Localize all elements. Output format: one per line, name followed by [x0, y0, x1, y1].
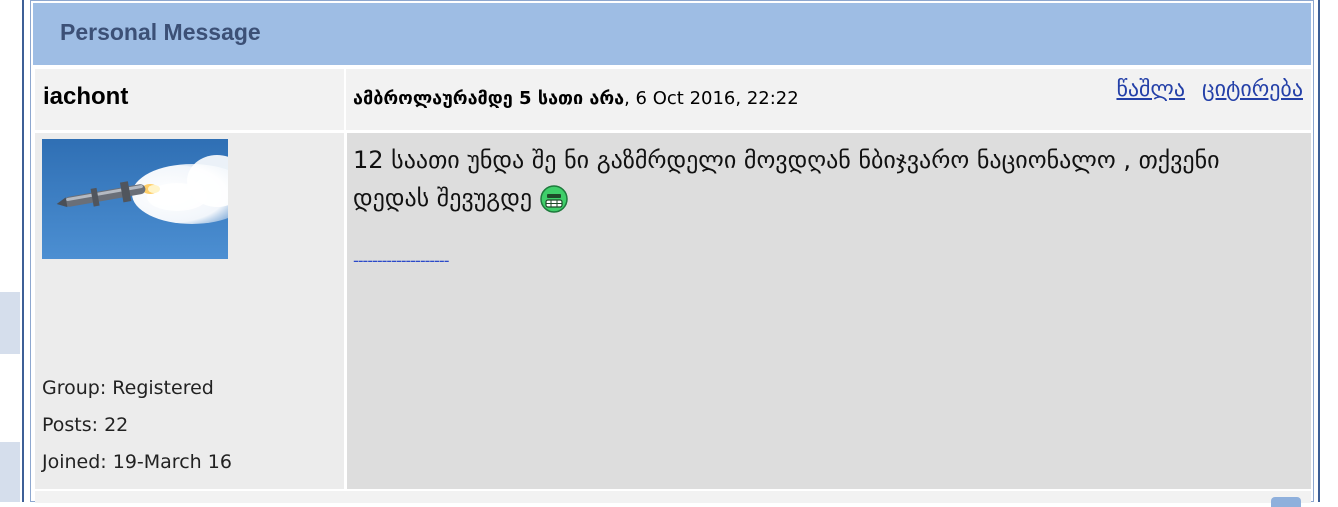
post-body-row: Group: Registered Posts: 22 Joined: 19-M… [35, 133, 1311, 489]
message-column: 12 საათი უნდა შე ნი გაზმრდელი მოვდღან ნბ… [347, 133, 1311, 489]
subject-title: ამბროლაურამდე 5 სათი არა [353, 88, 625, 109]
column-divider [344, 69, 346, 130]
message-text: 12 საათი უნდა შე ნი გაზმრდელი მოვდღან ნბ… [353, 146, 1220, 212]
user-group: Group: Registered [42, 377, 214, 399]
missile-launch-avatar [42, 139, 228, 259]
author-username: iachont [43, 83, 129, 110]
panel-header: Personal Message [33, 3, 1311, 65]
left-band [0, 442, 20, 502]
user-posts: Posts: 22 [42, 414, 129, 436]
page-left-margin [0, 0, 22, 502]
delete-link[interactable]: წაშლა [1116, 77, 1185, 102]
personal-message-panel: Personal Message iachont ამბროლაურამდე 5… [30, 0, 1314, 507]
frame-border-right [1318, 0, 1320, 502]
message-subject: ამბროლაურამდე 5 სათი არა, 6 Oct 2016, 22… [353, 88, 799, 109]
panel-title: Personal Message [60, 19, 261, 45]
signature-divider: -------------------- [353, 251, 449, 270]
left-band [0, 292, 20, 354]
green-smiley-icon [539, 185, 568, 213]
quote-link[interactable]: ციტირება [1202, 77, 1303, 102]
author-info-column: Group: Registered Posts: 22 Joined: 19-M… [35, 133, 344, 489]
user-joined: Joined: 19-March 16 [42, 451, 232, 473]
post-date: , 6 Oct 2016, 22:22 [624, 88, 799, 109]
message-body: 12 საათი უნდა შე ნი გაზმრდელი მოვდღან ნბ… [353, 141, 1301, 217]
post-header-row: iachont ამბროლაურამდე 5 სათი არა, 6 Oct … [35, 69, 1311, 130]
next-row-partial [35, 491, 1311, 507]
next-row-button[interactable] [1271, 497, 1301, 507]
frame-border-left [22, 0, 24, 502]
post-actions: წაშლა ციტირება [1106, 77, 1303, 102]
